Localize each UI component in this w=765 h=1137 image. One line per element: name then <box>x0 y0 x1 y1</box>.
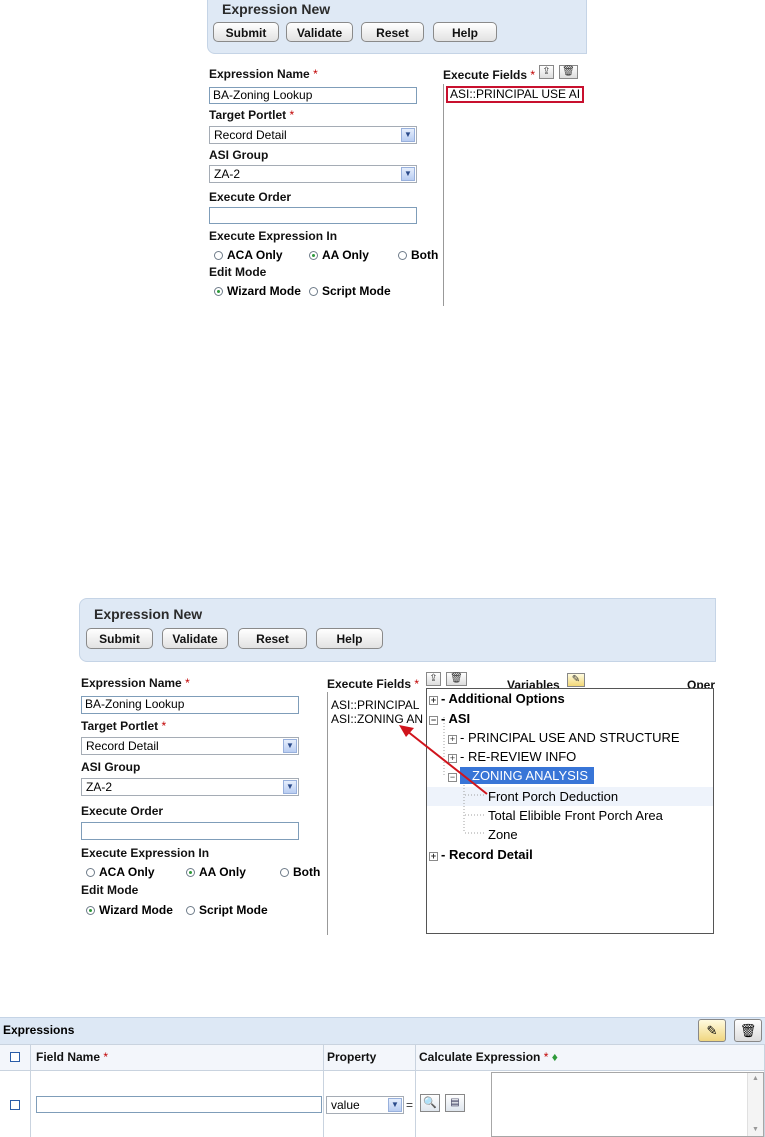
panel2-execute-in-label: Execute Expression In <box>81 846 210 860</box>
panel1-target-portlet-label: Target Portlet * <box>209 108 295 122</box>
panel2-submit-button[interactable]: Submit <box>86 628 153 649</box>
panel1-radio-aa-only[interactable]: AA Only <box>309 248 369 262</box>
panel2-target-portlet-select[interactable]: Record Detail ▼ <box>81 737 299 755</box>
expand-icon[interactable]: + <box>429 696 438 705</box>
expressions-column-header-row <box>0 1044 765 1071</box>
panel2-delete-field-icon[interactable]: 🗑 <box>446 672 467 686</box>
panel2-edit-mode-label: Edit Mode <box>81 883 139 897</box>
column-property: Property <box>327 1050 377 1064</box>
chevron-down-icon: ▼ <box>283 780 297 794</box>
search-icon[interactable]: 🔍 <box>420 1094 440 1112</box>
panel2-asi-group-select[interactable]: ZA-2 ▼ <box>81 778 299 796</box>
panel2-help-button[interactable]: Help <box>316 628 383 649</box>
chevron-down-icon: ▼ <box>401 167 415 181</box>
scroll-up-icon[interactable]: ▲ <box>748 1073 763 1085</box>
panel1-divider <box>443 84 444 306</box>
tree-item-additional-options[interactable]: + - Additional Options <box>429 691 565 706</box>
panel2-execute-fields-label: Execute Fields * <box>327 677 420 691</box>
panel2-title: Expression New <box>94 606 203 622</box>
col-divider-1 <box>30 1044 31 1137</box>
panel1-execute-order-label: Execute Order <box>209 190 292 204</box>
panel1-title: Expression New <box>222 1 331 17</box>
panel1-execute-field-item[interactable]: ASI::PRINCIPAL USE AI <box>446 86 584 103</box>
panel2-radio-script-mode[interactable]: Script Mode <box>186 903 268 917</box>
panel1-delete-field-icon[interactable]: 🗑 <box>559 65 578 79</box>
panel1-expression-name-input[interactable]: BA-Zoning Lookup <box>209 87 417 104</box>
panel1-execute-fields-label: Execute Fields * <box>443 68 536 82</box>
panel1-help-button[interactable]: Help <box>433 22 497 42</box>
panel2-divider <box>327 692 328 935</box>
panel2-radio-aca-only[interactable]: ACA Only <box>86 865 155 879</box>
panel2-radio-wizard-mode[interactable]: Wizard Mode <box>86 903 173 917</box>
panel1-radio-aca-only[interactable]: ACA Only <box>214 248 283 262</box>
chevron-down-icon: ▼ <box>388 1098 402 1112</box>
drag-arrow-icon <box>399 725 488 795</box>
header-select-all-checkbox[interactable] <box>10 1052 20 1062</box>
panel1-reset-button[interactable]: Reset <box>361 22 424 42</box>
panel1-submit-button[interactable]: Submit <box>213 22 279 42</box>
panel1-radio-script-mode[interactable]: Script Mode <box>309 284 391 298</box>
panel1-asi-group-label: ASI Group <box>209 148 269 162</box>
chevron-down-icon: ▼ <box>401 128 415 142</box>
panel2-reset-button[interactable]: Reset <box>238 628 307 649</box>
panel2-add-field-icon[interactable]: ⇪ <box>426 672 441 686</box>
expression-builder-icon[interactable]: ▤ <box>445 1094 465 1112</box>
panel1-radio-both[interactable]: Both <box>398 248 438 262</box>
property-select[interactable]: value ▼ <box>326 1096 404 1114</box>
column-calculate-expression: Calculate Expression * ♦ <box>419 1050 558 1064</box>
col-divider-2 <box>323 1044 324 1137</box>
panel2-expression-name-input[interactable]: BA-Zoning Lookup <box>81 696 299 714</box>
column-field-name: Field Name * <box>36 1050 109 1064</box>
tree-item-front-porch[interactable]: Front Porch Deduction <box>488 789 618 804</box>
field-name-input[interactable] <box>36 1096 322 1113</box>
panel2-execute-order-label: Execute Order <box>81 804 164 818</box>
scroll-down-icon[interactable]: ▼ <box>748 1124 763 1136</box>
panel1-target-portlet-select[interactable]: Record Detail ▼ <box>209 126 417 144</box>
panel2-asi-group-label: ASI Group <box>81 760 141 774</box>
panel2-variables-icon[interactable]: ✎ <box>567 673 585 687</box>
panel1-add-field-icon[interactable]: ⇪ <box>539 65 554 79</box>
panel2-execute-order-input[interactable] <box>81 822 299 840</box>
equals-sign: = <box>406 1098 414 1112</box>
tree-item-record-detail[interactable]: + - Record Detail <box>429 847 533 862</box>
expressions-title: Expressions <box>3 1023 75 1037</box>
chevron-down-icon: ▼ <box>283 739 297 753</box>
panel1-expression-name-label: Expression Name * <box>209 67 318 81</box>
tree-item-zone[interactable]: Zone <box>488 827 518 842</box>
delete-expression-icon[interactable]: 🗑 <box>734 1019 762 1042</box>
panel2-expression-name-label: Expression Name * <box>81 676 190 690</box>
panel2-radio-both[interactable]: Both <box>280 865 320 879</box>
expand-icon[interactable]: + <box>429 852 438 861</box>
panel1-edit-mode-label: Edit Mode <box>209 265 267 279</box>
tree-item-total-elibible[interactable]: Total Elibible Front Porch Area <box>488 808 663 823</box>
panel1-asi-group-select[interactable]: ZA-2 ▼ <box>209 165 417 183</box>
panel2-execute-field-item-1[interactable]: ASI::PRINCIPAL <box>331 698 419 712</box>
add-expression-icon[interactable]: ✎ <box>698 1019 726 1042</box>
calculate-expression-textarea[interactable] <box>491 1072 764 1137</box>
panel1-execute-order-input[interactable] <box>209 207 417 224</box>
expressions-header <box>0 1017 765 1045</box>
panel1-execute-in-label: Execute Expression In <box>209 229 338 243</box>
panel2-validate-button[interactable]: Validate <box>162 628 228 649</box>
panel1-validate-button[interactable]: Validate <box>286 22 353 42</box>
panel2-target-portlet-label: Target Portlet * <box>81 719 167 733</box>
panel2-radio-aa-only[interactable]: AA Only <box>186 865 246 879</box>
table-row-checkbox[interactable] <box>10 1100 20 1110</box>
panel1-radio-wizard-mode[interactable]: Wizard Mode <box>214 284 301 298</box>
textarea-scrollbar[interactable]: ▲ ▼ <box>747 1073 763 1136</box>
col-divider-3 <box>415 1044 416 1137</box>
